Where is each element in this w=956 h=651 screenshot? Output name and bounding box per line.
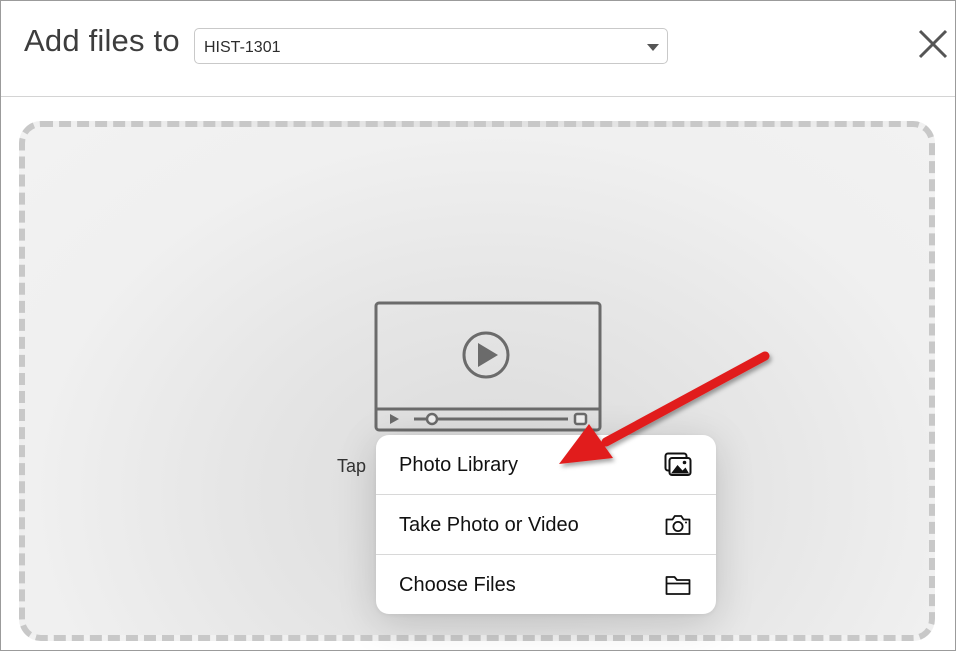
dialog-header: Add files to HIST-1301 (1, 1, 955, 97)
upload-dialog: Add files to HIST-1301 Tap Photo Library (0, 0, 956, 651)
drop-zone-hint: Tap (337, 456, 367, 476)
chevron-down-icon (647, 44, 659, 51)
annotation-arrow (559, 351, 770, 464)
camera-icon (665, 515, 691, 535)
menu-item-label: Photo Library (399, 454, 518, 476)
course-select-value: HIST-1301 (204, 39, 281, 56)
menu-item-choose-files[interactable]: Choose Files (376, 555, 716, 614)
menu-item-take-photo[interactable]: Take Photo or Video (376, 495, 716, 555)
dialog-title: Add files to (24, 23, 180, 58)
close-icon (918, 29, 948, 59)
menu-item-label: Take Photo or Video (399, 514, 579, 536)
close-button[interactable] (914, 25, 952, 63)
menu-item-label: Choose Files (399, 574, 516, 596)
course-select[interactable]: HIST-1301 (194, 28, 668, 64)
folder-icon (665, 576, 691, 595)
